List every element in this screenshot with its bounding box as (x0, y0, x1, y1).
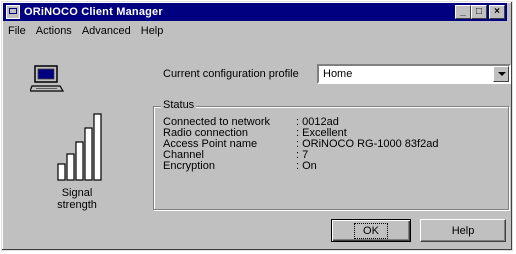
close-button[interactable]: × (489, 5, 505, 19)
minimize-button[interactable]: _ (455, 5, 471, 19)
ok-button[interactable]: OK (331, 219, 411, 242)
profile-dropdown[interactable]: Home (317, 64, 511, 84)
maximize-button[interactable]: □ (471, 5, 487, 19)
profile-label: Current configuration profile (163, 68, 299, 80)
status-title: Status (161, 99, 197, 111)
menu-file[interactable]: File (3, 25, 31, 37)
signal-strength-bars-icon (57, 113, 102, 181)
menu-help[interactable]: Help (136, 25, 169, 37)
window-controls: _ □ × (455, 5, 505, 19)
laptop-icon (30, 65, 64, 92)
signal-strength-label: Signal strength (57, 187, 97, 211)
app-icon[interactable] (6, 5, 20, 19)
help-button[interactable]: Help (420, 219, 506, 242)
title-bar[interactable]: ORiNOCO Client Manager _ □ × (3, 3, 507, 21)
ok-button-label: OK (354, 222, 388, 239)
help-button-label: Help (451, 224, 475, 237)
status-list: Connected to network : 0012ad Radio conn… (163, 117, 438, 172)
status-row-encryption: Encryption : On (163, 160, 317, 172)
menu-bar: File Actions Advanced Help (3, 22, 168, 40)
profile-value[interactable]: Home (319, 68, 493, 80)
window-title: ORiNOCO Client Manager (24, 6, 163, 18)
menu-actions[interactable]: Actions (31, 25, 77, 37)
menu-advanced[interactable]: Advanced (77, 25, 136, 37)
chevron-down-icon[interactable] (493, 66, 509, 82)
